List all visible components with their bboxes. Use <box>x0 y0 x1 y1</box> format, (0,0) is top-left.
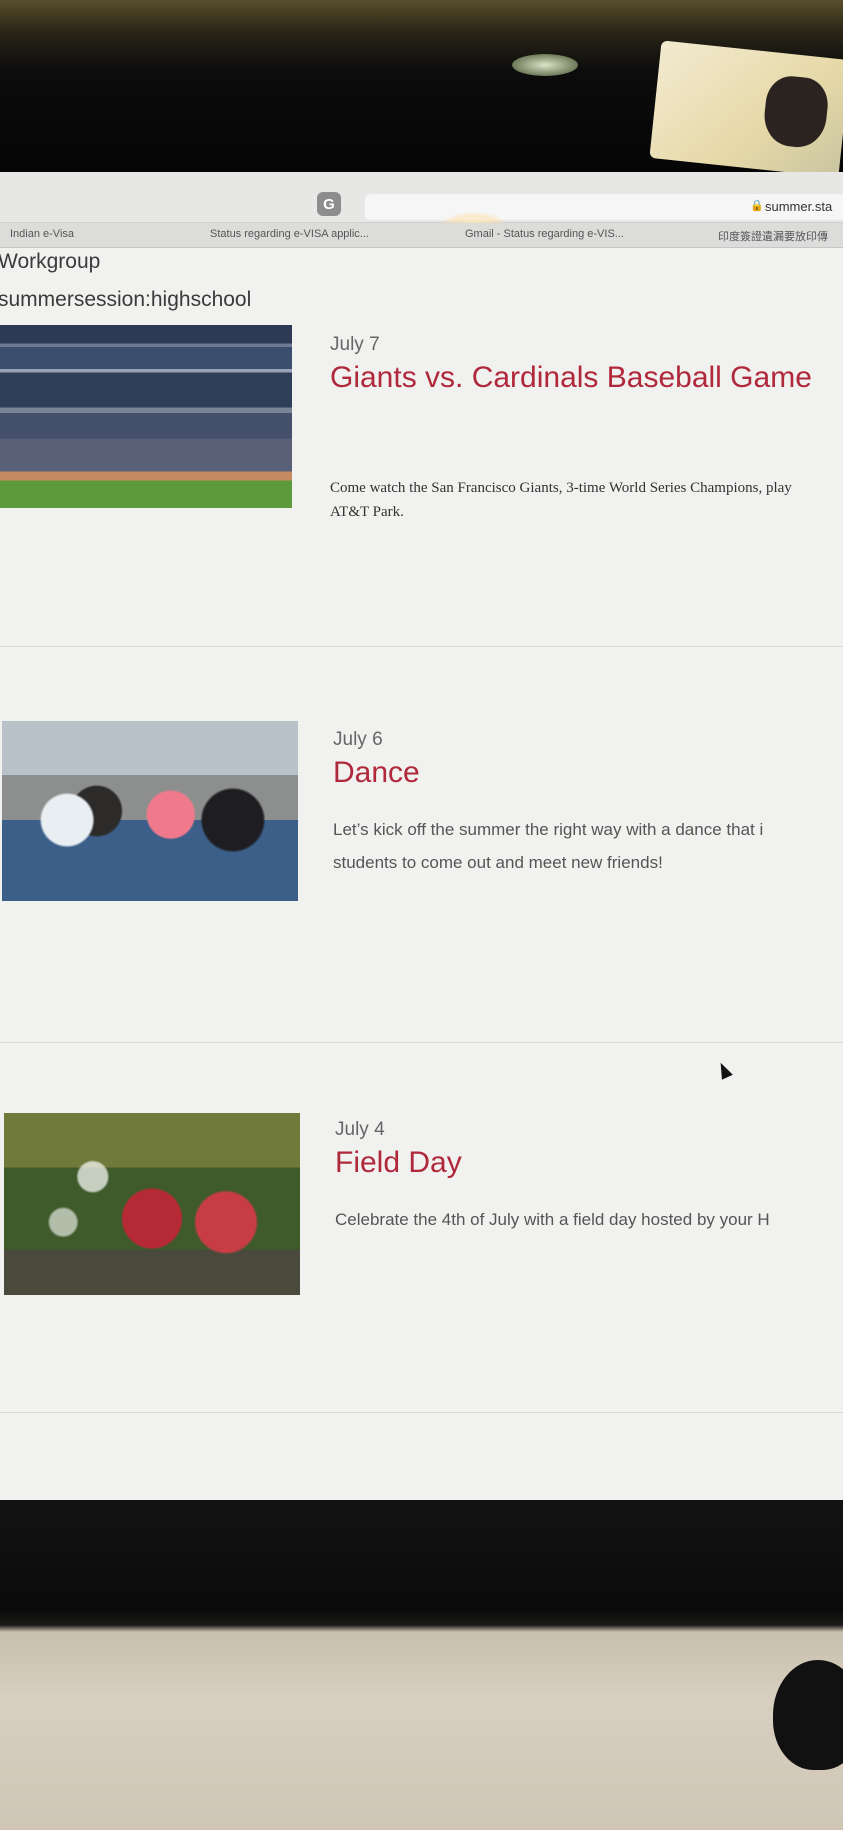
browser-screen: G 🔒 summer.sta Indian e-Visa Status rega… <box>0 172 843 1500</box>
lock-icon: 🔒 <box>750 200 764 212</box>
bookmark-chinese[interactable]: 印度簽證遺漏要放印傳 <box>718 228 828 244</box>
monitor-bezel-bottom <box>0 1500 843 1830</box>
bear-sticker <box>649 40 843 178</box>
event-description-line: students to come out and meet new friend… <box>333 853 663 872</box>
breadcrumb-workgroup[interactable]: Workgroup <box>0 250 100 274</box>
mouse-cursor-icon <box>715 1060 733 1080</box>
grammarly-extension-icon[interactable]: G <box>317 192 341 216</box>
event-description-line: Celebrate the 4th of July with a field d… <box>335 1210 770 1229</box>
webcam <box>512 54 578 76</box>
event-date: July 6 <box>333 729 383 750</box>
event-title[interactable]: Giants vs. Cardinals Baseball Game <box>330 361 812 395</box>
event-divider <box>0 1412 843 1413</box>
address-url: summer.sta <box>765 199 833 214</box>
bookmarks-bar: Indian e-Visa Status regarding e-VISA ap… <box>0 223 843 248</box>
monitor-bezel-top <box>0 0 843 178</box>
bookmark-evisa-status[interactable]: Status regarding e-VISA applic... <box>210 228 369 240</box>
event-image-dance[interactable] <box>2 721 298 901</box>
breadcrumb-summersession[interactable]: summersession:highschool <box>0 288 251 312</box>
event-divider <box>0 1042 843 1043</box>
bookmark-indian-evisa[interactable]: Indian e-Visa <box>10 228 74 240</box>
event-description-line: Come watch the San Francisco Giants, 3-t… <box>330 480 792 496</box>
event-image-field-day[interactable] <box>4 1113 300 1295</box>
bookmark-gmail-status[interactable]: Gmail - Status regarding e-VIS... <box>465 228 624 240</box>
event-divider <box>0 646 843 647</box>
bear-illustration <box>761 73 831 150</box>
address-bar[interactable]: 🔒 summer.sta <box>365 194 843 220</box>
event-image-baseball[interactable] <box>0 325 292 508</box>
event-title[interactable]: Dance <box>333 756 420 790</box>
event-date: July 7 <box>330 334 380 355</box>
browser-toolbar: G 🔒 summer.sta <box>0 172 843 223</box>
event-description-line: AT&T Park. <box>330 504 404 520</box>
event-description-line: Let’s kick off the summer the right way … <box>333 820 764 839</box>
event-title[interactable]: Field Day <box>335 1146 462 1180</box>
event-date: July 4 <box>335 1119 385 1140</box>
